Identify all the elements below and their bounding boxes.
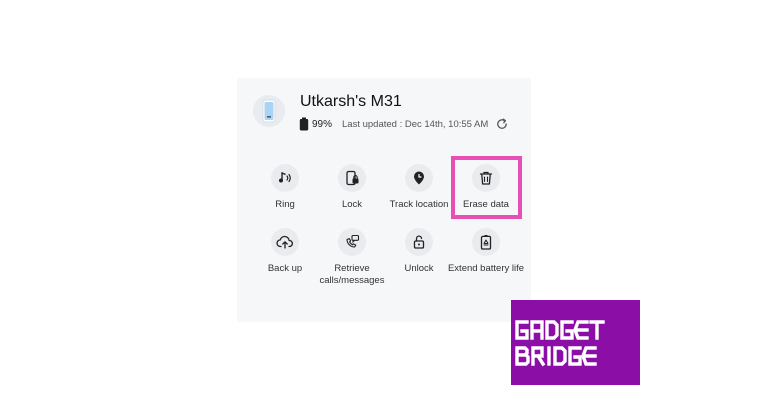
lock-phone-icon [338, 164, 366, 192]
refresh-icon[interactable] [495, 117, 509, 131]
phone-message-icon [338, 228, 366, 256]
smartphone-icon [262, 99, 276, 123]
unlock-icon [405, 228, 433, 256]
last-updated-text: Last updated : Dec 14th, 10:55 AM [342, 118, 489, 130]
device-name: Utkarsh's M31 [300, 93, 402, 110]
ring-icon [271, 164, 299, 192]
extend-battery-life-label: Extend battery life [447, 263, 525, 274]
device-avatar [253, 95, 285, 127]
location-pin-icon [405, 164, 433, 192]
page: Utkarsh's M31 99% Last updated : Dec 14t… [0, 0, 768, 402]
extend-battery-life-button[interactable]: Extend battery life [446, 228, 526, 275]
cloud-upload-icon [271, 228, 299, 256]
device-status-row: 99% Last updated : Dec 14th, 10:55 AM [299, 116, 509, 132]
gadget-bridge-logo-icon [515, 320, 605, 367]
erase-data-highlight-box [451, 156, 522, 219]
battery-percentage: 99% [312, 118, 333, 130]
battery-icon [299, 117, 309, 131]
battery-recycle-icon [472, 228, 500, 256]
gadget-bridge-logo [511, 300, 640, 385]
